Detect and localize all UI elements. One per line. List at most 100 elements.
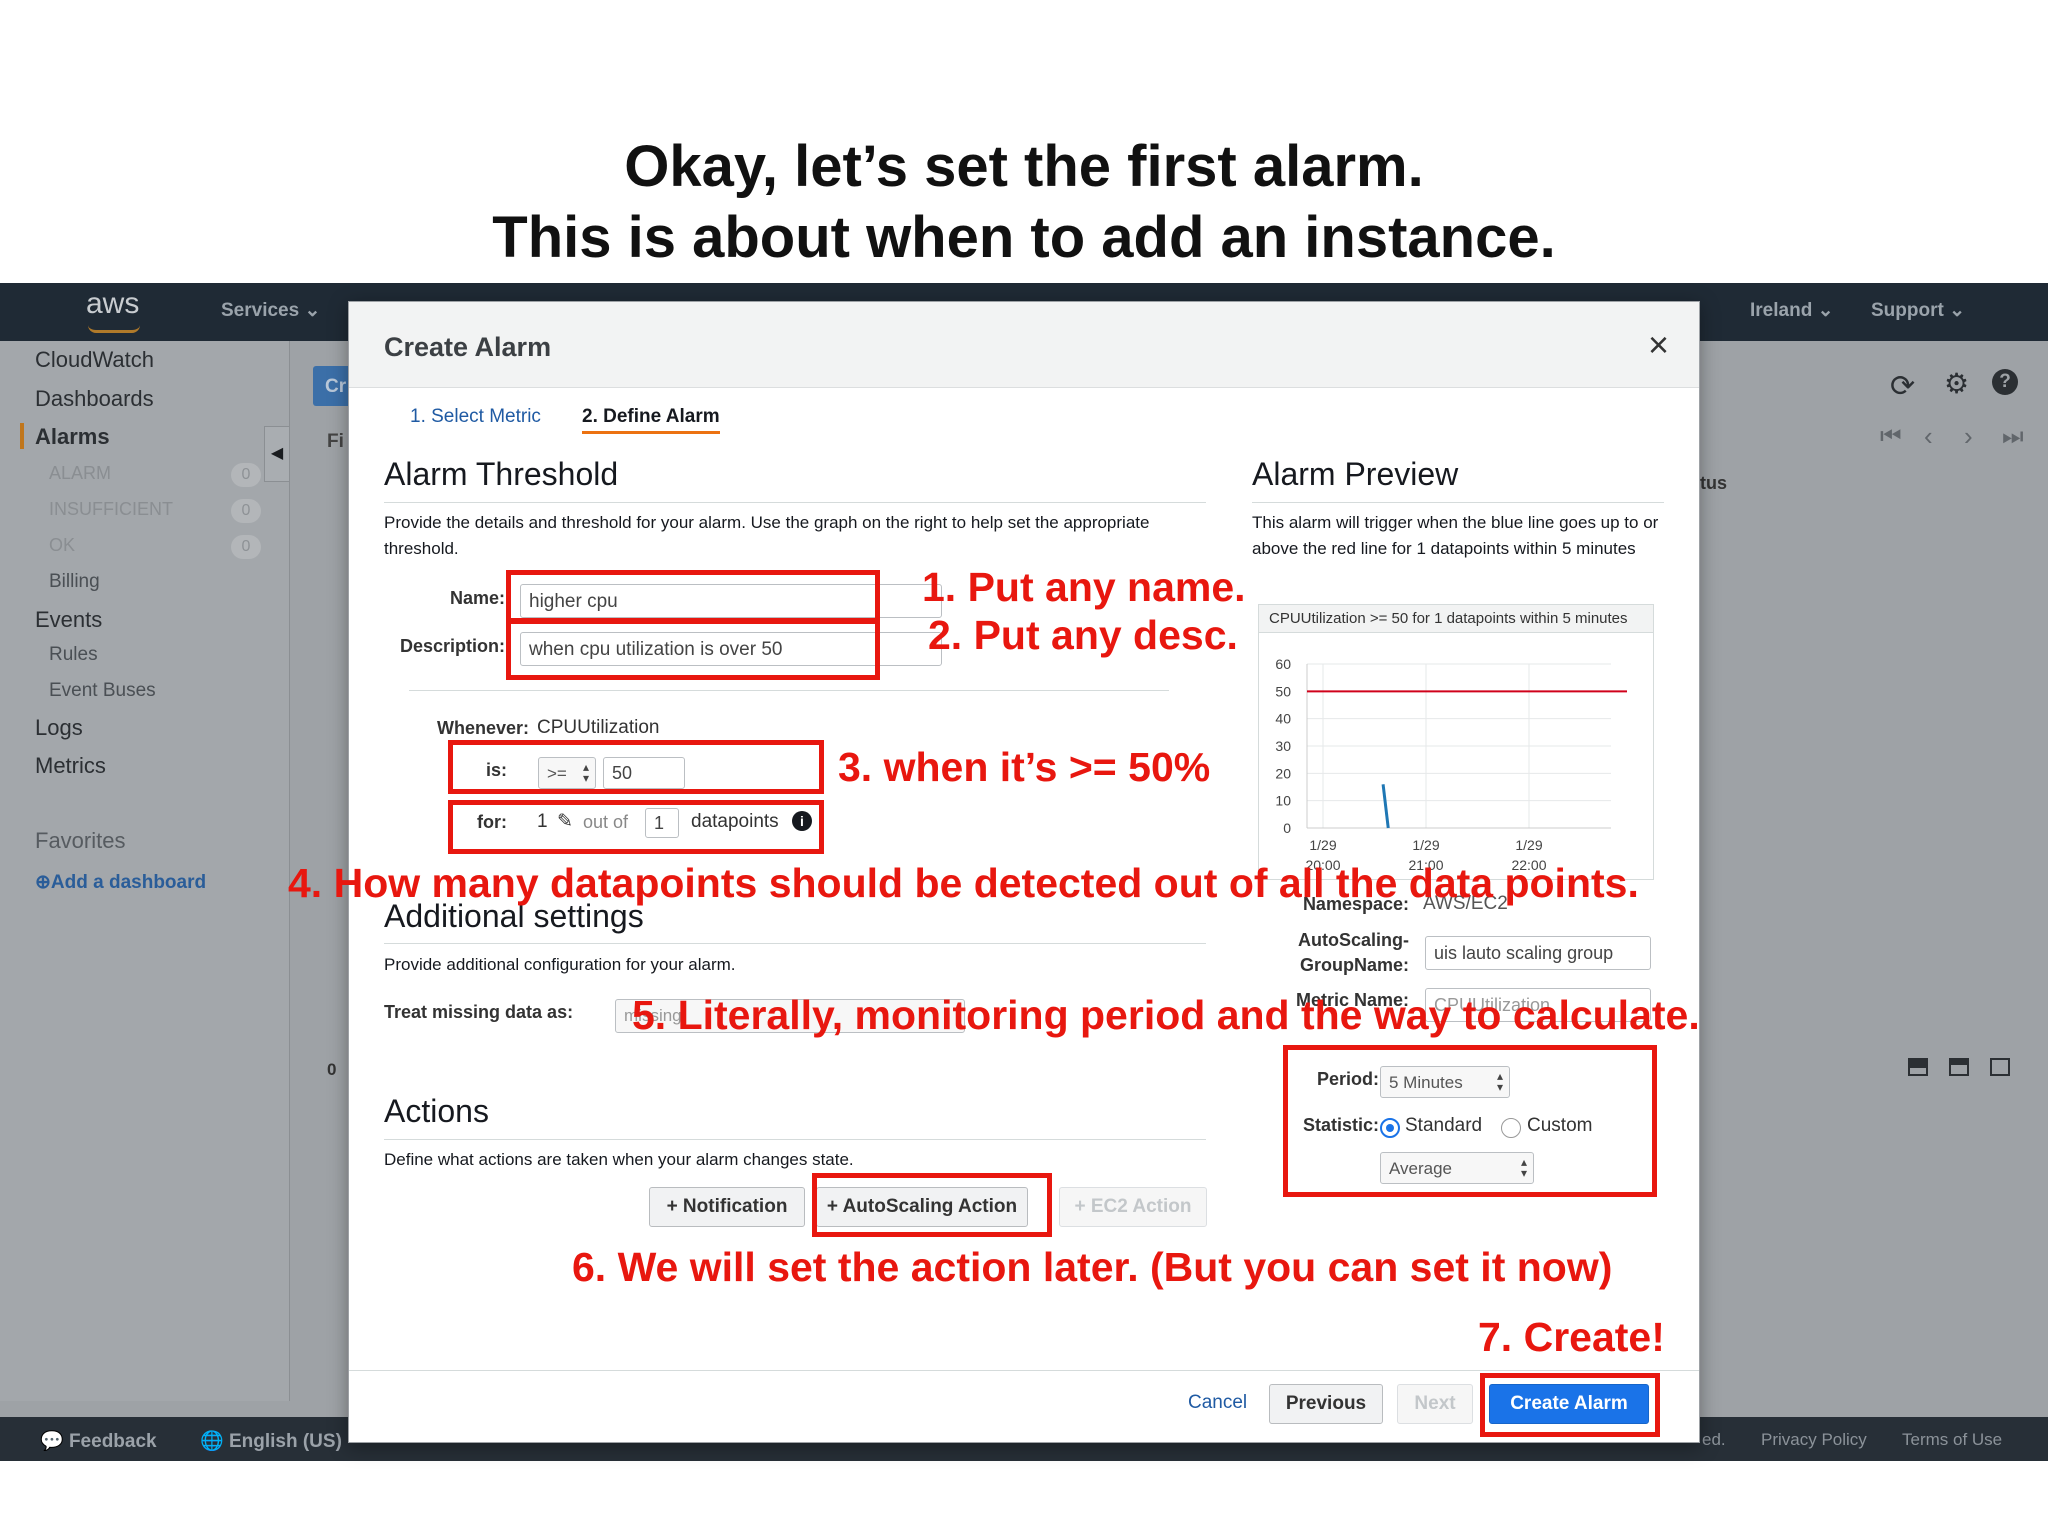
annotation-5: 5. Literally, monitoring period and the … <box>632 992 1700 1038</box>
sidebar: CloudWatch Dashboards Alarms ALARM 0 INS… <box>0 341 290 1401</box>
add-dashboard-label: Add a dashboard <box>50 872 207 893</box>
sidebar-item-billing[interactable]: Billing <box>49 571 100 593</box>
y-tick-label: 50 <box>1275 683 1291 699</box>
annotation-box-create <box>1480 1373 1660 1437</box>
add-dashboard-link[interactable]: ⊕Add a dashboard <box>35 871 206 894</box>
chevron-down-icon: ⌄ <box>304 300 321 321</box>
sidebar-collapse-handle[interactable]: ◀ <box>264 426 290 482</box>
globe-icon: 🌐 <box>200 1431 224 1452</box>
aws-logo[interactable]: aws <box>86 287 139 321</box>
privacy-policy-link[interactable]: Privacy Policy <box>1761 1430 1867 1450</box>
services-label: Services <box>221 300 300 321</box>
annotation-6: 6. We will set the action later. (But yo… <box>572 1244 1613 1290</box>
support-label: Support <box>1871 300 1944 321</box>
insufficient-count-badge: 0 <box>231 499 261 523</box>
sidebar-item-metrics[interactable]: Metrics <box>35 753 106 779</box>
treat-missing-data-label: Treat missing data as: <box>384 1002 574 1022</box>
create-alarm-bg-button[interactable]: Cr <box>313 366 353 406</box>
sidebar-item-alarms[interactable]: Alarms <box>35 424 110 450</box>
slide-title-line2: This is about when to add an instance. <box>492 205 1556 270</box>
annotation-box-threshold <box>448 740 824 794</box>
step-select-metric[interactable]: 1. Select Metric <box>410 406 541 428</box>
actions-description: Define what actions are taken when your … <box>384 1150 854 1169</box>
sidebar-item-logs[interactable]: Logs <box>35 715 83 741</box>
pagination-last-icon[interactable]: ⏭ <box>2002 423 2024 451</box>
count-bg: 0 <box>327 1060 337 1079</box>
chart-canvas: 60504030201001/2920:001/2921:001/2922:00 <box>1275 656 1627 873</box>
metric-series-line <box>1381 784 1390 829</box>
region-menu[interactable]: Ireland ⌄ <box>1750 299 1834 322</box>
chevron-down-icon: ⌄ <box>1817 300 1834 321</box>
additional-settings-description: Provide additional configuration for you… <box>384 955 736 974</box>
alarm-preview-description: This alarm will trigger when the blue li… <box>1252 513 1659 558</box>
sidebar-item-ok-state[interactable]: OK <box>49 535 75 556</box>
sidebar-item-alarm-state[interactable]: ALARM <box>49 463 111 484</box>
dialog-title: Create Alarm <box>384 332 552 362</box>
annotation-2: 2. Put any desc. <box>928 612 1238 658</box>
add-notification-button[interactable]: + Notification <box>649 1187 805 1227</box>
copyright-fragment: ed. <box>1702 1430 1726 1449</box>
sidebar-item-insufficient-state[interactable]: INSUFFICIENT <box>49 499 173 520</box>
language-selector[interactable]: 🌐 English (US) <box>200 1429 342 1453</box>
refresh-icon[interactable]: ⟳ <box>1890 369 1915 404</box>
cancel-link[interactable]: Cancel <box>1188 1392 1247 1414</box>
slide-title-line1: Okay, let’s set the first alarm. <box>624 134 1424 199</box>
previous-button[interactable]: Previous <box>1269 1384 1383 1424</box>
y-tick-label: 10 <box>1275 793 1291 809</box>
pagination-prev-icon[interactable]: ‹ <box>1924 421 1933 452</box>
ok-count-badge: 0 <box>231 535 261 559</box>
panel-layout-icon-3[interactable] <box>1990 1058 2010 1076</box>
filter-label-bg: Fi <box>327 431 344 452</box>
sidebar-item-cloudwatch[interactable]: CloudWatch <box>35 347 154 373</box>
autoscaling-group-label-line1: AutoScaling- <box>1298 930 1409 950</box>
x-tick-label: 1/29 <box>1515 837 1542 853</box>
help-icon[interactable]: ? <box>1992 369 2018 395</box>
name-label: Name: <box>449 588 505 608</box>
footer-divider <box>349 1370 1699 1371</box>
y-tick-label: 20 <box>1275 765 1291 781</box>
divider <box>409 690 1169 691</box>
chart-title: CPUUtilization >= 50 for 1 datapoints wi… <box>1259 605 1653 633</box>
add-ec2-action-button[interactable]: + EC2 Action <box>1059 1187 1207 1227</box>
feedback-label: Feedback <box>68 1431 157 1452</box>
sidebar-item-event-buses[interactable]: Event Buses <box>49 680 156 702</box>
terms-of-use-link[interactable]: Terms of Use <box>1902 1430 2002 1450</box>
autoscaling-group-label-line2: GroupName: <box>1299 955 1409 975</box>
region-label: Ireland <box>1750 300 1813 321</box>
next-button[interactable]: Next <box>1397 1384 1473 1424</box>
alarm-threshold-heading: Alarm Threshold <box>384 456 619 492</box>
divider <box>384 502 1206 503</box>
gear-icon[interactable]: ⚙ <box>1944 367 1969 400</box>
annotation-1: 1. Put any name. <box>922 564 1246 610</box>
y-tick-label: 60 <box>1275 656 1291 672</box>
annotation-box-datapoints <box>448 800 824 854</box>
divider <box>384 1139 1206 1140</box>
panel-layout-icon-2[interactable] <box>1949 1058 1969 1076</box>
divider <box>1252 502 1664 503</box>
whenever-label: Whenever: <box>436 718 529 738</box>
plus-circle-icon: ⊕ <box>35 872 51 893</box>
support-menu[interactable]: Support ⌄ <box>1871 299 1965 322</box>
annotation-box-name <box>506 570 880 624</box>
annotation-4: 4. How many datapoints should be detecte… <box>288 860 1639 906</box>
sidebar-item-events[interactable]: Events <box>35 607 102 633</box>
divider <box>384 943 1206 944</box>
description-label: Description: <box>399 636 505 656</box>
sidebar-item-rules[interactable]: Rules <box>49 644 98 666</box>
annotation-box-autoscaling <box>812 1173 1052 1237</box>
feedback-link[interactable]: 💬 Feedback <box>40 1429 157 1453</box>
close-icon[interactable]: × <box>1648 324 1669 366</box>
panel-layout-icon-1[interactable] <box>1908 1058 1928 1076</box>
step-define-alarm[interactable]: 2. Define Alarm <box>582 406 720 434</box>
alarm-count-badge: 0 <box>231 463 261 487</box>
services-menu[interactable]: Services ⌄ <box>221 299 320 322</box>
x-tick-label: 1/29 <box>1309 837 1336 853</box>
alarm-preview-chart: CPUUtilization >= 50 for 1 datapoints wi… <box>1258 604 1654 880</box>
pagination-next-icon[interactable]: › <box>1964 421 1973 452</box>
annotation-box-description <box>506 618 880 680</box>
speech-bubble-icon: 💬 <box>40 1431 64 1452</box>
pagination-first-icon[interactable]: ⏮ <box>1880 423 1902 451</box>
dialog-header: Create Alarm × <box>349 302 1699 388</box>
sidebar-item-dashboards[interactable]: Dashboards <box>35 386 154 412</box>
autoscaling-group-field[interactable]: uis lauto scaling group <box>1425 936 1651 970</box>
